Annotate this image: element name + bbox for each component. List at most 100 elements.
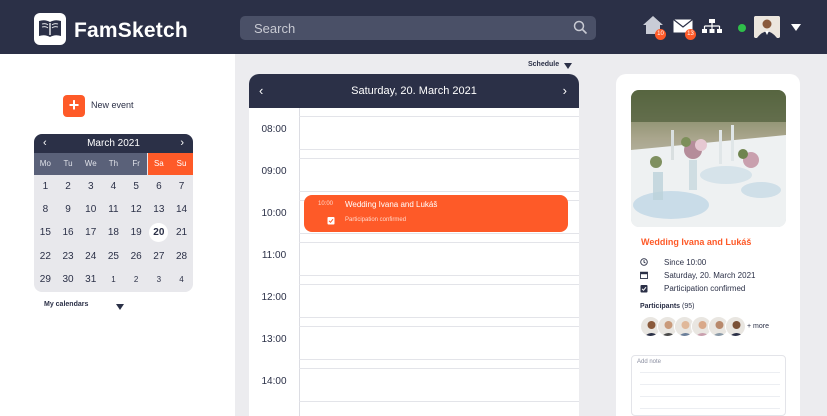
- weekday-header: Sa: [147, 153, 171, 175]
- calendar-day[interactable]: 19: [125, 222, 148, 244]
- hour-label: 10:00: [261, 208, 287, 219]
- participants-count: (95): [682, 303, 695, 310]
- calendar-day[interactable]: 2: [125, 269, 148, 291]
- half-hour-line: [299, 359, 579, 360]
- home-badge: 10: [655, 29, 666, 40]
- mini-calendar: ‹ March 2021 › Mo Tu We Th Fr Sa Su 1 2 3 4 5 6 7 8 9 10…: [34, 134, 193, 292]
- calendar-day[interactable]: 23: [57, 246, 80, 268]
- user-avatar[interactable]: [754, 16, 780, 38]
- view-selector[interactable]: Schedule: [528, 61, 559, 68]
- calendar-day[interactable]: 12: [125, 199, 148, 221]
- calendar-day[interactable]: 21: [170, 222, 193, 244]
- calendar-day[interactable]: 13: [148, 199, 171, 221]
- mini-calendar-header: ‹ March 2021 ›: [34, 134, 193, 153]
- event-photo: [631, 90, 786, 227]
- calendar-day-number: 4: [110, 181, 117, 192]
- calendar-day[interactable]: 29: [34, 269, 57, 291]
- calendar-day[interactable]: 4: [170, 269, 193, 291]
- calendar-day[interactable]: 3: [79, 176, 102, 198]
- calendar-day[interactable]: 1: [102, 269, 125, 291]
- calendar-day[interactable]: 18: [102, 222, 125, 244]
- half-hour-line: [299, 401, 579, 402]
- calendar-day-number: 30: [62, 273, 74, 285]
- new-event-label[interactable]: New event: [91, 100, 134, 110]
- calendar-day[interactable]: 22: [34, 246, 57, 268]
- calendar-day-number: 3: [156, 274, 162, 284]
- calendar-day[interactable]: 9: [57, 199, 80, 221]
- calendar-day[interactable]: 20: [148, 222, 171, 244]
- half-hour-line: [299, 191, 579, 192]
- participant-avatar[interactable]: [725, 316, 746, 337]
- add-note-field[interactable]: Add note: [631, 355, 786, 416]
- hour-label: 11:00: [261, 250, 287, 261]
- calendar-day-number: 12: [130, 204, 142, 216]
- calendar-day[interactable]: 26: [125, 246, 148, 268]
- next-day-button[interactable]: ›: [563, 83, 567, 98]
- calendar-day-number: 11: [108, 204, 119, 216]
- note-rule: [640, 384, 780, 385]
- mail-button[interactable]: 13: [673, 19, 696, 40]
- calendar-day[interactable]: 30: [57, 269, 80, 291]
- my-calendars-dropdown[interactable]: My calendars: [44, 301, 88, 308]
- app-title: FamSketch: [74, 19, 188, 42]
- participants-heading: Participants (95): [640, 303, 694, 310]
- calendar-day[interactable]: 7: [170, 176, 193, 198]
- home-button[interactable]: 10: [642, 15, 666, 40]
- weekday-header: Tu: [56, 153, 80, 175]
- calendar-day-number: 15: [39, 227, 51, 239]
- event-block[interactable]: 10:00 Wedding Ivana and Lukáš Participat…: [304, 195, 568, 232]
- calendar-day[interactable]: 31: [79, 269, 102, 291]
- calendar-day-number: 17: [85, 227, 97, 239]
- detail-date: Saturday, 20. March 2021: [664, 271, 756, 280]
- calendar-day-number: 19: [130, 227, 142, 239]
- family-tree-button[interactable]: [702, 19, 722, 38]
- calendar-day[interactable]: 14: [170, 199, 193, 221]
- weekday-header: Th: [102, 153, 125, 175]
- event-detail-card: Wedding Ivana and Lukáš Since 10:00 Satu…: [616, 74, 800, 416]
- hour-line: [299, 116, 579, 117]
- calendar-day-number: 13: [153, 204, 165, 216]
- search-input[interactable]: Search: [240, 16, 596, 40]
- calendar-day[interactable]: 15: [34, 222, 57, 244]
- calendar-day[interactable]: 3: [148, 269, 171, 291]
- calendar-day[interactable]: 10: [79, 199, 102, 221]
- mail-badge: 13: [685, 29, 696, 40]
- day-view-date: Saturday, 20. March 2021: [351, 85, 477, 97]
- weekday-header: We: [79, 153, 103, 175]
- calendar-day-number: 10: [85, 204, 97, 216]
- mini-next-month-button[interactable]: ›: [180, 137, 184, 149]
- chevron-down-icon[interactable]: [791, 24, 801, 31]
- calendar-day[interactable]: 5: [125, 176, 148, 198]
- more-participants-link[interactable]: + more: [747, 323, 769, 330]
- weekday-header: Mo: [34, 153, 57, 175]
- logo[interactable]: [34, 13, 66, 45]
- calendar-day[interactable]: 25: [102, 246, 125, 268]
- chevron-down-icon[interactable]: [564, 63, 572, 69]
- calendar-day[interactable]: 27: [148, 246, 171, 268]
- calendar-day[interactable]: 4: [102, 176, 125, 198]
- calendar-day[interactable]: 1: [34, 176, 57, 198]
- calendar-day[interactable]: 2: [57, 176, 80, 198]
- calendar-day[interactable]: 28: [170, 246, 193, 268]
- calendar-day-number: 23: [62, 250, 74, 262]
- chevron-down-icon[interactable]: [116, 304, 124, 310]
- calendar-day-number: 2: [133, 274, 139, 284]
- calendar-day-number: 29: [39, 273, 51, 285]
- calendar-day[interactable]: 16: [57, 222, 80, 244]
- calendar-day-number: 8: [42, 204, 49, 216]
- new-event-button[interactable]: +: [63, 95, 85, 117]
- calendar-day[interactable]: 24: [79, 246, 102, 268]
- half-hour-line: [299, 275, 579, 276]
- calendar-day-number: 14: [175, 204, 188, 216]
- calendar-day[interactable]: 8: [34, 199, 57, 221]
- note-rule: [640, 372, 780, 373]
- calendar-day-number: 3: [87, 181, 94, 192]
- half-hour-line: [299, 233, 579, 234]
- calendar-day-number: 27: [153, 250, 165, 262]
- calendar-day-number: 1: [111, 274, 116, 284]
- calendar-day[interactable]: 11: [102, 199, 125, 221]
- calendar-day[interactable]: 17: [79, 222, 102, 244]
- calendar-day[interactable]: 6: [148, 176, 171, 198]
- clipboard-check-icon: [327, 217, 335, 225]
- search-icon[interactable]: [573, 20, 588, 35]
